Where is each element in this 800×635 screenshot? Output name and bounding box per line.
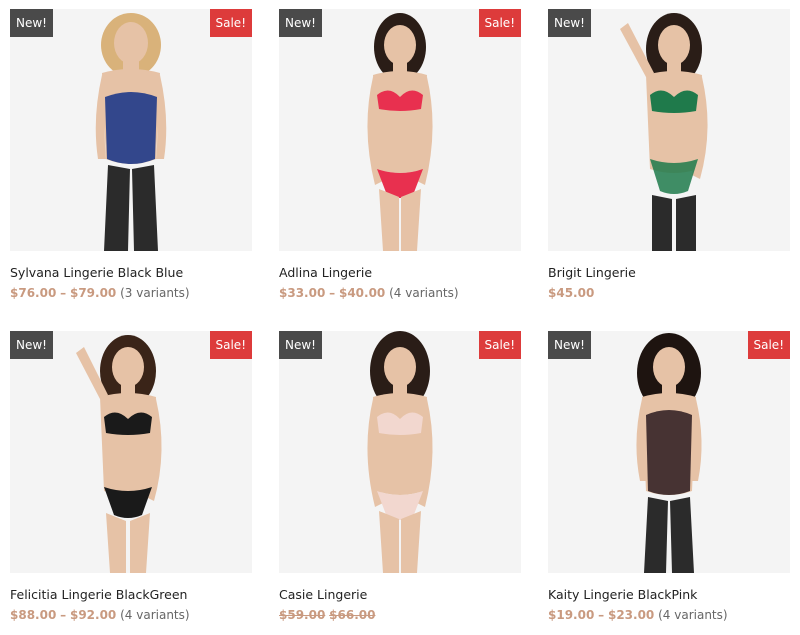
product-price: $33.00 – $40.00 (4 variants) — [279, 286, 521, 300]
new-badge: New! — [548, 9, 591, 37]
product-title[interactable]: Casie Lingerie — [279, 587, 521, 602]
price-single: $45.00 — [548, 286, 595, 300]
legs — [106, 513, 150, 573]
product-image[interactable]: New! Sale! — [548, 331, 790, 573]
product-price: $88.00 – $92.00 (4 variants) — [10, 608, 252, 622]
sale-badge: Sale! — [209, 331, 252, 359]
variants-count: (3 variants) — [120, 286, 190, 300]
product-price: $59.00 $66.00 — [279, 608, 521, 622]
product-title[interactable]: Kaity Lingerie BlackPink — [548, 587, 790, 602]
face — [114, 22, 148, 64]
new-badge: New! — [279, 9, 322, 37]
model-photo — [95, 13, 167, 251]
model-photo — [76, 335, 162, 573]
model-photo — [620, 13, 708, 251]
face — [384, 347, 416, 387]
torso — [373, 71, 427, 173]
variants-count: (4 variants) — [120, 608, 190, 622]
product-title[interactable]: Felicitia Lingerie BlackGreen — [10, 587, 252, 602]
face — [384, 25, 416, 65]
price-min: $19.00 — [548, 608, 595, 622]
price-separator: – — [598, 608, 605, 622]
product-image[interactable]: New! Sale! — [279, 9, 521, 251]
sale-badge: Sale! — [478, 331, 521, 359]
product-card-adlina: New! Sale! Adlina Lingerie $33.00 – $40.… — [279, 9, 521, 300]
product-price: $76.00 – $79.00 (3 variants) — [10, 286, 252, 300]
brief — [650, 159, 698, 194]
stockings — [644, 497, 694, 573]
price-old: $66.00 — [329, 608, 376, 622]
price-separator: – — [60, 608, 67, 622]
product-card-kaity: New! Sale! Kaity Lingerie BlackPink $19.… — [548, 331, 790, 622]
product-card-sylvana: New! Sale! Sylvana Lingerie Black Blue $… — [10, 9, 252, 300]
face — [112, 347, 144, 387]
torso — [373, 393, 427, 495]
price-separator: – — [329, 286, 336, 300]
face — [653, 347, 685, 387]
sale-badge: Sale! — [209, 9, 252, 37]
product-title[interactable]: Brigit Lingerie — [548, 265, 790, 280]
sale-badge: Sale! — [478, 9, 521, 37]
model-photo — [367, 331, 433, 573]
new-badge: New! — [279, 331, 322, 359]
sale-badge: Sale! — [747, 331, 790, 359]
price-min: $76.00 — [10, 286, 57, 300]
legs — [379, 189, 421, 251]
product-card-brigit: New! Brigit Lingerie $45.00 — [548, 9, 790, 300]
price-max: $23.00 — [607, 608, 655, 622]
brief — [104, 487, 152, 518]
price-max: $79.00 — [69, 286, 117, 300]
price-min: $33.00 — [279, 286, 326, 300]
new-badge: New! — [548, 331, 591, 359]
face — [658, 25, 690, 65]
product-title[interactable]: Adlina Lingerie — [279, 265, 521, 280]
legs — [379, 511, 421, 573]
product-price: $45.00 — [548, 286, 790, 300]
product-image[interactable]: New! Sale! — [279, 331, 521, 573]
price-max: $92.00 — [69, 608, 117, 622]
price-separator: – — [60, 286, 67, 300]
product-card-felicitia: New! Sale! Felicitia Lingerie BlackGreen… — [10, 331, 252, 622]
stockings — [652, 195, 696, 251]
torso — [100, 393, 156, 495]
new-badge: New! — [10, 9, 53, 37]
garment — [105, 92, 157, 164]
product-card-casie: New! Sale! Casie Lingerie $59.00 $66.00 — [279, 331, 521, 622]
price-max: $40.00 — [338, 286, 386, 300]
product-image[interactable]: New! Sale! — [10, 331, 252, 573]
torso — [646, 71, 702, 173]
model-photo — [367, 13, 433, 251]
product-image[interactable]: New! — [548, 9, 790, 251]
variants-count: (4 variants) — [389, 286, 459, 300]
product-grid: New! Sale! Sylvana Lingerie Black Blue $… — [0, 0, 800, 635]
product-image[interactable]: New! Sale! — [10, 9, 252, 251]
variants-count: (4 variants) — [658, 608, 728, 622]
price-current: $59.00 — [279, 608, 326, 622]
stockings — [104, 165, 158, 251]
garment — [646, 410, 692, 495]
product-title[interactable]: Sylvana Lingerie Black Blue — [10, 265, 252, 280]
price-min: $88.00 — [10, 608, 57, 622]
new-badge: New! — [10, 331, 53, 359]
product-price: $19.00 – $23.00 (4 variants) — [548, 608, 790, 622]
model-photo — [636, 333, 702, 573]
